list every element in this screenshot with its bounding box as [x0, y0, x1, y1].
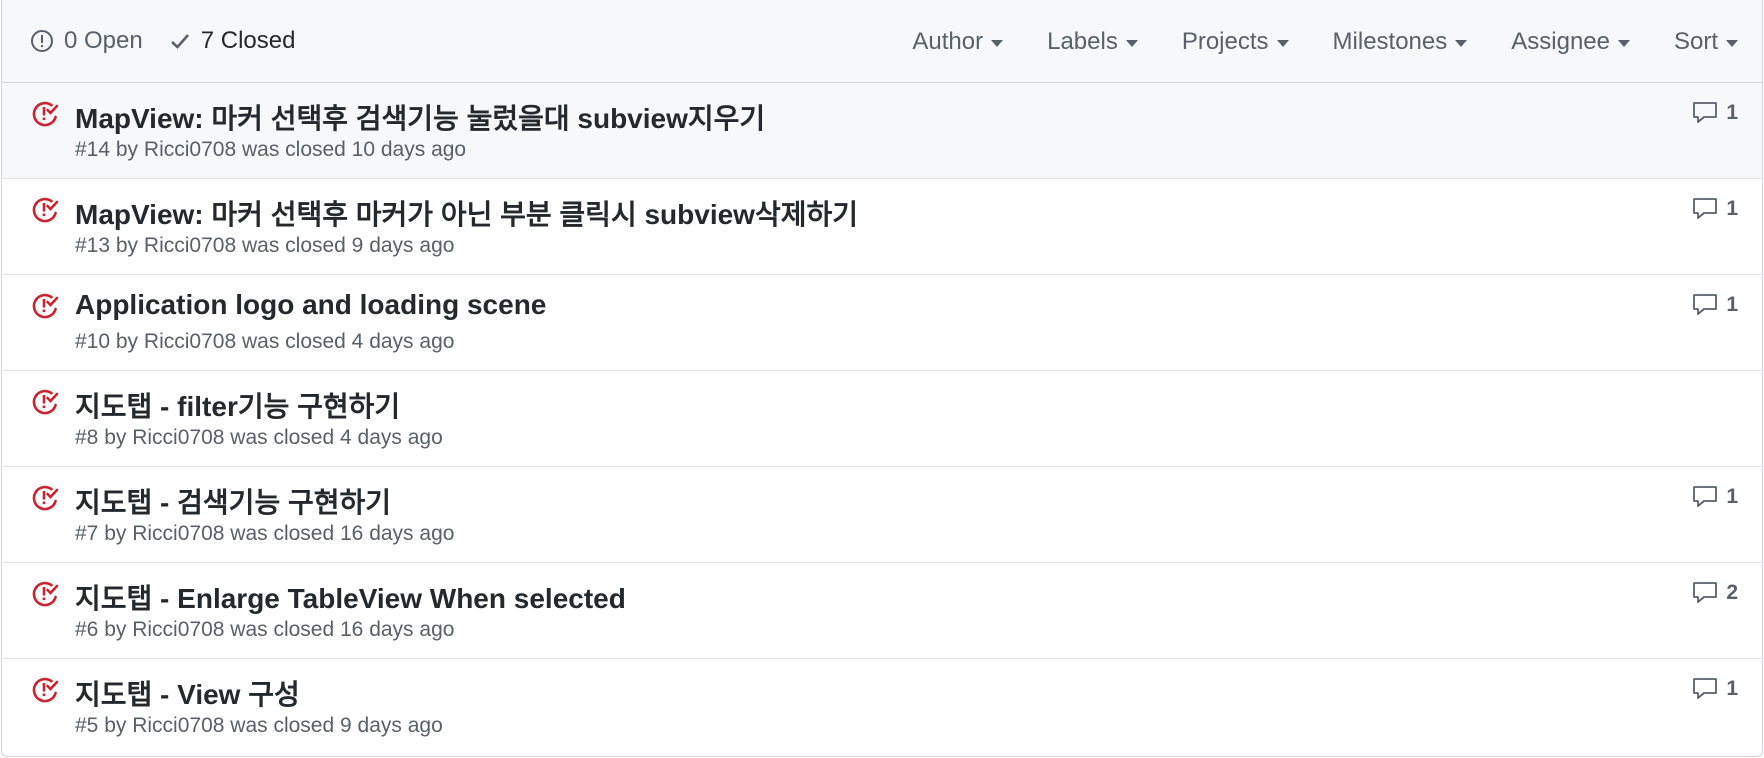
comments-link[interactable]: 1: [1692, 485, 1738, 509]
issue-meta: #10 by Ricci0708 was closed 4 days ago: [75, 330, 455, 353]
issue-row[interactable]: Application logo and loading scene #10 b…: [2, 275, 1762, 371]
issue-author-link[interactable]: Ricci0708: [144, 330, 236, 353]
issue-closed-time: was closed 9 days ago: [241, 234, 455, 257]
comment-icon: [1693, 486, 1718, 507]
labels-filter-label: Labels: [1047, 27, 1118, 55]
caret-down-icon: [1125, 40, 1138, 47]
caret-down-icon: [1276, 40, 1289, 47]
comments-count: 1: [1726, 197, 1738, 220]
author-filter[interactable]: Author: [912, 27, 1004, 56]
issue-row[interactable]: 지도탭 - filter기능 구현하기 #8 by Ricci0708 was …: [2, 371, 1762, 467]
assignee-filter[interactable]: Assignee: [1511, 28, 1630, 56]
comments-count: 1: [1726, 485, 1738, 508]
milestones-filter-label: Milestones: [1332, 27, 1448, 55]
issue-author-link[interactable]: Ricci0708: [144, 234, 236, 257]
issue-meta: #7 by Ricci0708 was closed 16 days ago: [75, 522, 455, 545]
issue-author-link[interactable]: Ricci0708: [132, 522, 224, 545]
caret-down-icon: [1726, 40, 1738, 47]
open-issues-link[interactable]: 0 Open: [30, 27, 143, 55]
issue-closed-time: was closed 10 days ago: [241, 138, 467, 161]
issue-closed-icon: [32, 197, 59, 223]
issue-closed-time: was closed 16 days ago: [230, 522, 455, 545]
comment-icon: [1693, 198, 1718, 219]
comment-icon: [1693, 678, 1718, 699]
issue-closed-icon: [32, 293, 59, 319]
assignee-filter-label: Assignee: [1511, 27, 1610, 55]
comment-icon: [1693, 582, 1718, 603]
issue-closed-icon: [32, 677, 59, 703]
comments-count: 1: [1726, 101, 1738, 124]
open-issues-label: 0 Open: [64, 27, 143, 54]
comments-link[interactable]: 1: [1692, 293, 1738, 317]
issue-closed-time: was closed 16 days ago: [230, 618, 455, 641]
issues-list-box: 0 Open 7 Closed Author Labels Projects M…: [1, 0, 1763, 757]
issue-author-link[interactable]: Ricci0708: [144, 138, 236, 161]
issue-title-link[interactable]: MapView: 마커 선택후 검색기능 눌렀을대 subview지우기: [75, 97, 765, 137]
closed-issues-link[interactable]: 7 Closed: [169, 27, 296, 55]
comments-link[interactable]: 1: [1692, 197, 1738, 221]
issue-opened-icon: [31, 30, 53, 52]
issue-number: #6: [75, 618, 99, 641]
issue-closed-time: was closed 4 days ago: [230, 426, 443, 449]
issue-state-toggle: 0 Open 7 Closed: [30, 27, 321, 55]
issue-title-link[interactable]: Application logo and loading scene: [75, 289, 546, 321]
caret-down-icon: [991, 40, 1004, 47]
issue-number: #13: [75, 234, 111, 257]
comments-count: 2: [1726, 581, 1738, 604]
issue-meta: #6 by Ricci0708 was closed 16 days ago: [75, 618, 455, 641]
author-filter-label: Author: [912, 27, 984, 55]
sort-filter-label: Sort: [1673, 27, 1718, 55]
sort-filter[interactable]: Sort: [1674, 28, 1738, 56]
issue-number: #14: [75, 138, 111, 161]
issue-closed-icon: [32, 389, 59, 415]
comments-count: 1: [1726, 293, 1738, 316]
issue-number: #7: [75, 522, 99, 545]
projects-filter-label: Projects: [1181, 27, 1269, 55]
issue-row[interactable]: 지도탭 - Enlarge TableView When selected #6…: [2, 563, 1762, 659]
comments-link[interactable]: 2: [1692, 581, 1738, 605]
caret-down-icon: [1455, 40, 1468, 47]
issue-title-link[interactable]: MapView: 마커 선택후 마커가 아닌 부분 클릭시 subview삭제하…: [75, 193, 858, 233]
issue-number: #10: [75, 330, 111, 353]
issue-list: MapView: 마커 선택후 검색기능 눌렀을대 subview지우기 #14…: [2, 83, 1762, 755]
milestones-filter[interactable]: Milestones: [1333, 28, 1468, 56]
issues-list-header: 0 Open 7 Closed Author Labels Projects M…: [2, 0, 1762, 83]
issue-meta: #13 by Ricci0708 was closed 9 days ago: [75, 234, 455, 257]
issue-title-link[interactable]: 지도탭 - View 구성: [75, 673, 300, 713]
issue-closed-icon: [32, 485, 59, 511]
comments-link[interactable]: 1: [1692, 677, 1738, 701]
issue-row[interactable]: MapView: 마커 선택후 검색기능 눌렀을대 subview지우기 #14…: [2, 83, 1762, 179]
comments-count: 1: [1726, 677, 1738, 700]
labels-filter[interactable]: Labels: [1047, 28, 1138, 56]
issue-title-link[interactable]: 지도탭 - Enlarge TableView When selected: [75, 577, 626, 617]
issue-meta: #8 by Ricci0708 was closed 4 days ago: [75, 426, 443, 449]
closed-issues-label: 7 Closed: [200, 27, 296, 54]
issue-number: #5: [75, 714, 99, 737]
issue-row[interactable]: MapView: 마커 선택후 마커가 아닌 부분 클릭시 subview삭제하…: [2, 179, 1762, 275]
issue-closed-icon: [32, 101, 59, 127]
issue-title-link[interactable]: 지도탭 - 검색기능 구현하기: [75, 481, 391, 521]
issue-filters: Author Labels Projects Milestones Assign…: [912, 0, 1738, 83]
issue-meta: #14 by Ricci0708 was closed 10 days ago: [75, 138, 467, 161]
caret-down-icon: [1617, 40, 1630, 47]
issue-meta: #5 by Ricci0708 was closed 9 days ago: [75, 714, 443, 737]
issue-author-link[interactable]: Ricci0708: [132, 714, 224, 737]
comments-link[interactable]: 1: [1692, 101, 1738, 125]
issue-number: #8: [75, 426, 99, 449]
issue-closed-icon: [32, 581, 59, 607]
issue-author-link[interactable]: Ricci0708: [132, 618, 224, 641]
comment-icon: [1693, 294, 1718, 315]
issue-closed-time: was closed 9 days ago: [230, 714, 443, 737]
check-icon: [170, 34, 189, 49]
comment-icon: [1693, 102, 1718, 123]
issue-closed-time: was closed 4 days ago: [241, 330, 455, 353]
issue-row[interactable]: 지도탭 - View 구성 #5 by Ricci0708 was closed…: [2, 659, 1762, 755]
projects-filter[interactable]: Projects: [1182, 28, 1289, 56]
issue-author-link[interactable]: Ricci0708: [132, 426, 224, 449]
issue-row[interactable]: 지도탭 - 검색기능 구현하기 #7 by Ricci0708 was clos…: [2, 467, 1762, 563]
issue-title-link[interactable]: 지도탭 - filter기능 구현하기: [75, 385, 400, 425]
